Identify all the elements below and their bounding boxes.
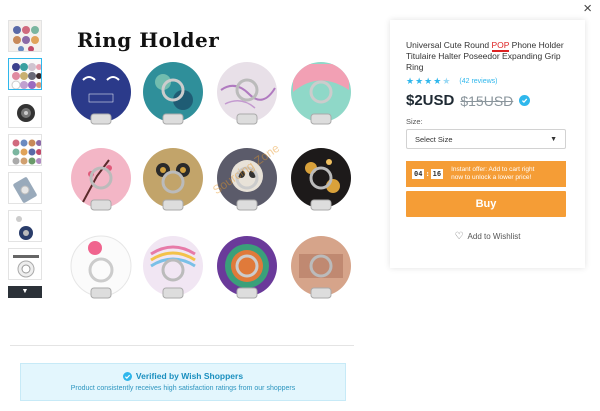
thumbnail-6[interactable] — [8, 210, 42, 242]
star-icon: ★ — [433, 76, 442, 86]
verified-title-text: Verified by Wish Shoppers — [135, 371, 244, 381]
size-select-value: Select Size — [415, 134, 453, 144]
countdown-timer: 04 : 16 — [412, 169, 444, 179]
thumbnail-4[interactable] — [8, 134, 42, 166]
main-product-image: Ring Holder Sourcing Zone — [57, 22, 364, 327]
ring-mandala — [217, 236, 277, 299]
size-label: Size: — [406, 117, 423, 126]
image-title: Ring Holder — [77, 28, 220, 52]
ring-grid — [65, 60, 357, 322]
star-icon: ★ — [424, 76, 433, 86]
product-title: Universal Cute Round POP Phone Holder Ti… — [406, 40, 570, 73]
rating[interactable]: ★ ★ ★ ★ ★ (42 reviews) — [406, 76, 498, 86]
timer-minutes: 04 — [412, 169, 425, 179]
verified-title: Verified by Wish Shoppers — [21, 371, 345, 381]
instant-offer: 04 : 16 Instant offer: Add to cart right… — [406, 161, 566, 187]
star-icon: ★ — [415, 76, 424, 86]
product-panel: Universal Cute Round POP Phone Holder Ti… — [390, 20, 585, 268]
check-circle-icon — [122, 371, 132, 381]
wishlist-label: Add to Wishlist — [467, 232, 521, 241]
thumbnail-3[interactable] — [8, 96, 42, 128]
close-icon[interactable]: × — [583, 1, 592, 16]
offer-text: Instant offer: Add to cart right now to … — [451, 166, 535, 181]
ring-marble — [217, 62, 277, 125]
ring-pink-glitter — [291, 62, 351, 125]
ring-unicorn — [143, 236, 203, 299]
ring-gold-floral — [291, 148, 351, 211]
old-price: $15USD — [460, 92, 514, 109]
add-to-wishlist[interactable]: ♡ Add to Wishlist — [390, 231, 585, 242]
thumbnail-5[interactable] — [8, 172, 42, 204]
title-part-1: Universal Cute Round — [406, 40, 492, 50]
thumbnail-1[interactable] — [8, 20, 42, 52]
verified-banner: Verified by Wish Shoppers Product consis… — [20, 363, 346, 401]
price: $2USD — [406, 92, 455, 109]
ring-white-rose — [70, 235, 132, 299]
timer-seconds: 16 — [430, 169, 444, 179]
verified-subtitle: Product consistently receives high satis… — [70, 385, 296, 392]
timer-separator: : — [425, 170, 430, 178]
ring-cherry-blossom — [71, 148, 131, 211]
chevron-down-icon[interactable]: ▼ — [8, 286, 42, 298]
ring-galaxy — [143, 62, 203, 125]
half-star-icon: ★ — [442, 76, 451, 86]
check-badge-icon — [519, 95, 531, 106]
ring-dont-touch — [71, 62, 131, 125]
buy-button[interactable]: Buy — [406, 191, 566, 217]
ring-vintage-city — [291, 236, 351, 299]
price-row: $2USD $15USD — [406, 92, 531, 109]
star-icon: ★ — [406, 76, 415, 86]
thumbnail-2[interactable] — [8, 58, 42, 90]
thumbnail-7[interactable] — [8, 248, 42, 280]
chevron-down-icon: ▼ — [550, 135, 557, 143]
thumbnail-list: ▼ — [8, 20, 46, 330]
reviews-link[interactable]: (42 reviews) — [459, 78, 497, 85]
size-select[interactable]: Select Size ▼ — [406, 129, 566, 149]
ring-owl — [143, 148, 203, 211]
divider — [10, 345, 354, 346]
heart-icon: ♡ — [454, 231, 464, 242]
